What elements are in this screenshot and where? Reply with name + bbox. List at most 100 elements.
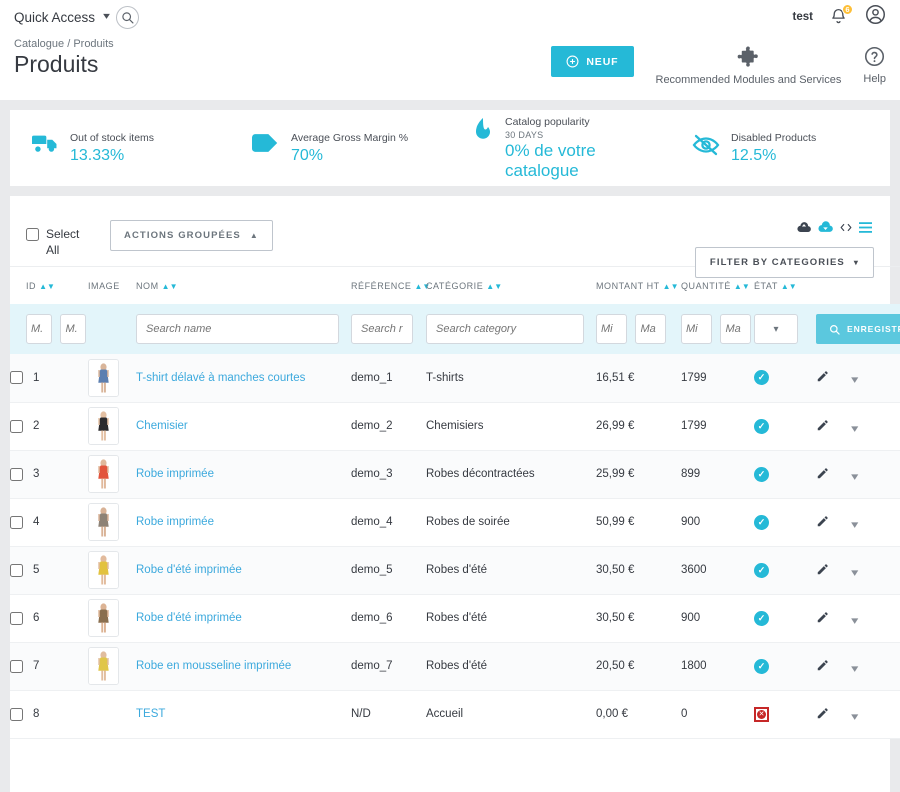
account-icon[interactable] <box>865 4 886 30</box>
kpi-catalog-popularity[interactable]: Catalog popularity 30 DAYS 0% de votre c… <box>450 115 670 180</box>
row-checkbox[interactable] <box>10 660 23 673</box>
bulk-actions-button[interactable]: ACTIONS GROUPÉES ▲ <box>110 220 273 251</box>
plus-circle-icon <box>566 55 579 68</box>
col-header-price[interactable]: MONTANT HT▲▼ <box>596 267 681 305</box>
search-icon[interactable] <box>116 6 139 29</box>
status-enabled-icon[interactable]: ✓ <box>754 419 769 434</box>
status-enabled-icon[interactable]: ✓ <box>754 659 769 674</box>
quick-access-menu[interactable]: Quick Access ▾ <box>14 10 109 25</box>
chevron-down-icon: ▾ <box>773 324 778 335</box>
new-product-button[interactable]: NEUF <box>551 46 633 77</box>
notifications-button[interactable]: 6 <box>830 7 848 27</box>
price-min-input[interactable] <box>596 314 627 344</box>
row-actions-dropdown[interactable]: ▾ <box>851 566 858 579</box>
state-select[interactable]: ▾ <box>754 314 798 344</box>
cell-name: Chemisier <box>136 402 351 450</box>
row-id: 4 <box>33 516 39 528</box>
sort-arrows-icon[interactable]: ▲▼ <box>486 282 502 291</box>
col-header-reference[interactable]: RÉFÉRENCE▲▼ <box>351 267 426 305</box>
id-max-input[interactable] <box>60 314 86 344</box>
list-icon[interactable] <box>859 220 872 238</box>
tag-icon <box>252 131 280 157</box>
product-name-link[interactable]: Robe imprimée <box>136 468 214 480</box>
edit-button[interactable] <box>816 615 830 627</box>
row-checkbox[interactable] <box>10 371 23 384</box>
table-row[interactable]: 5Robe d'été impriméedemo_5Robes d'été30,… <box>10 546 900 594</box>
select-all-checkbox[interactable] <box>26 228 39 241</box>
status-enabled-icon[interactable]: ✓ <box>754 563 769 578</box>
edit-button[interactable] <box>816 423 830 435</box>
recommended-modules-button[interactable]: Recommended Modules and Services <box>656 46 842 86</box>
sort-arrows-icon[interactable]: ▲▼ <box>781 282 797 291</box>
sort-arrows-icon[interactable]: ▲▼ <box>39 282 55 291</box>
table-row[interactable]: 6Robe d'été impriméedemo_6Robes d'été30,… <box>10 594 900 642</box>
row-checkbox[interactable] <box>10 516 23 529</box>
table-row[interactable]: 2Chemisierdemo_2Chemisiers26,99 €1799✓▾ <box>10 402 900 450</box>
row-actions-dropdown[interactable]: ▾ <box>851 422 858 435</box>
row-checkbox[interactable] <box>10 612 23 625</box>
row-actions-dropdown[interactable]: ▾ <box>851 662 858 675</box>
row-checkbox[interactable] <box>10 564 23 577</box>
product-name-link[interactable]: T-shirt délavé à manches courtes <box>136 372 305 384</box>
row-checkbox[interactable] <box>10 708 23 721</box>
col-header-category[interactable]: CATÉGORIE▲▼ <box>426 267 596 305</box>
product-name-link[interactable]: Robe imprimée <box>136 516 214 528</box>
product-name-link[interactable]: Robe d'été imprimée <box>136 612 242 624</box>
table-row[interactable]: 8TESTN/DAccueil0,00 €0✕▾ <box>10 690 900 738</box>
edit-button[interactable] <box>816 663 830 675</box>
code-icon[interactable] <box>840 220 852 238</box>
col-label: MONTANT HT <box>596 281 660 291</box>
new-product-label: NEUF <box>586 56 618 68</box>
select-all-control[interactable]: Select All <box>26 220 84 258</box>
cloud-download-icon[interactable] <box>818 220 833 238</box>
table-row[interactable]: 7Robe en mousseline impriméedemo_7Robes … <box>10 642 900 690</box>
sort-arrows-icon[interactable]: ▲▼ <box>162 282 178 291</box>
kpi-disabled-products[interactable]: Disabled Products 12.5% <box>670 131 890 164</box>
status-disabled-icon[interactable]: ✕ <box>754 707 769 722</box>
pencil-icon <box>816 610 830 624</box>
id-min-input[interactable] <box>26 314 52 344</box>
category-search-input[interactable] <box>426 314 584 344</box>
kpi-gross-margin[interactable]: Average Gross Margin % 70% <box>230 131 450 164</box>
status-enabled-icon[interactable]: ✓ <box>754 611 769 626</box>
status-enabled-icon[interactable]: ✓ <box>754 370 769 385</box>
sort-arrows-icon[interactable]: ▲▼ <box>734 282 750 291</box>
reference-search-input[interactable] <box>351 314 413 344</box>
edit-button[interactable] <box>816 374 830 386</box>
product-name-link[interactable]: Robe en mousseline imprimée <box>136 660 291 672</box>
edit-button[interactable] <box>816 519 830 531</box>
search-submit-button[interactable]: ENREGISTRER <box>816 314 900 344</box>
list-toolbar-right: FILTER BY CATEGORIES ▾ <box>695 220 874 278</box>
product-name-link[interactable]: Robe d'été imprimée <box>136 564 242 576</box>
status-enabled-icon[interactable]: ✓ <box>754 515 769 530</box>
table-row[interactable]: 3Robe impriméedemo_3Robes décontractées2… <box>10 450 900 498</box>
row-actions-dropdown[interactable]: ▾ <box>851 614 858 627</box>
help-button[interactable]: Help <box>863 46 886 85</box>
sort-arrows-icon[interactable]: ▲▼ <box>663 282 679 291</box>
product-name-link[interactable]: TEST <box>136 708 165 720</box>
quantity-min-input[interactable] <box>681 314 712 344</box>
status-enabled-icon[interactable]: ✓ <box>754 467 769 482</box>
cloud-upload-icon[interactable] <box>797 220 811 238</box>
row-actions-dropdown[interactable]: ▾ <box>851 470 858 483</box>
edit-button[interactable] <box>816 471 830 483</box>
table-row[interactable]: 4Robe impriméedemo_4Robes de soirée50,99… <box>10 498 900 546</box>
row-checkbox[interactable] <box>10 468 23 481</box>
row-checkbox[interactable] <box>10 420 23 433</box>
row-actions-dropdown[interactable]: ▾ <box>851 710 858 723</box>
quantity-max-input[interactable] <box>720 314 751 344</box>
row-actions-dropdown[interactable]: ▾ <box>851 518 858 531</box>
col-label: CATÉGORIE <box>426 281 483 291</box>
product-name-link[interactable]: Chemisier <box>136 420 188 432</box>
name-search-input[interactable] <box>136 314 339 344</box>
col-header-id[interactable]: ID▲▼ <box>10 267 88 305</box>
table-row[interactable]: 1T-shirt délavé à manches courtesdemo_1T… <box>10 354 900 402</box>
price-max-input[interactable] <box>635 314 666 344</box>
edit-button[interactable] <box>816 711 830 723</box>
cell-quantity: 0 <box>681 690 754 738</box>
kpi-out-of-stock[interactable]: Out of stock items 13.33% <box>10 131 230 164</box>
filter-by-categories-button[interactable]: FILTER BY CATEGORIES ▾ <box>695 247 874 278</box>
edit-button[interactable] <box>816 567 830 579</box>
row-actions-dropdown[interactable]: ▾ <box>851 373 858 386</box>
col-header-name[interactable]: NOM▲▼ <box>136 267 351 305</box>
